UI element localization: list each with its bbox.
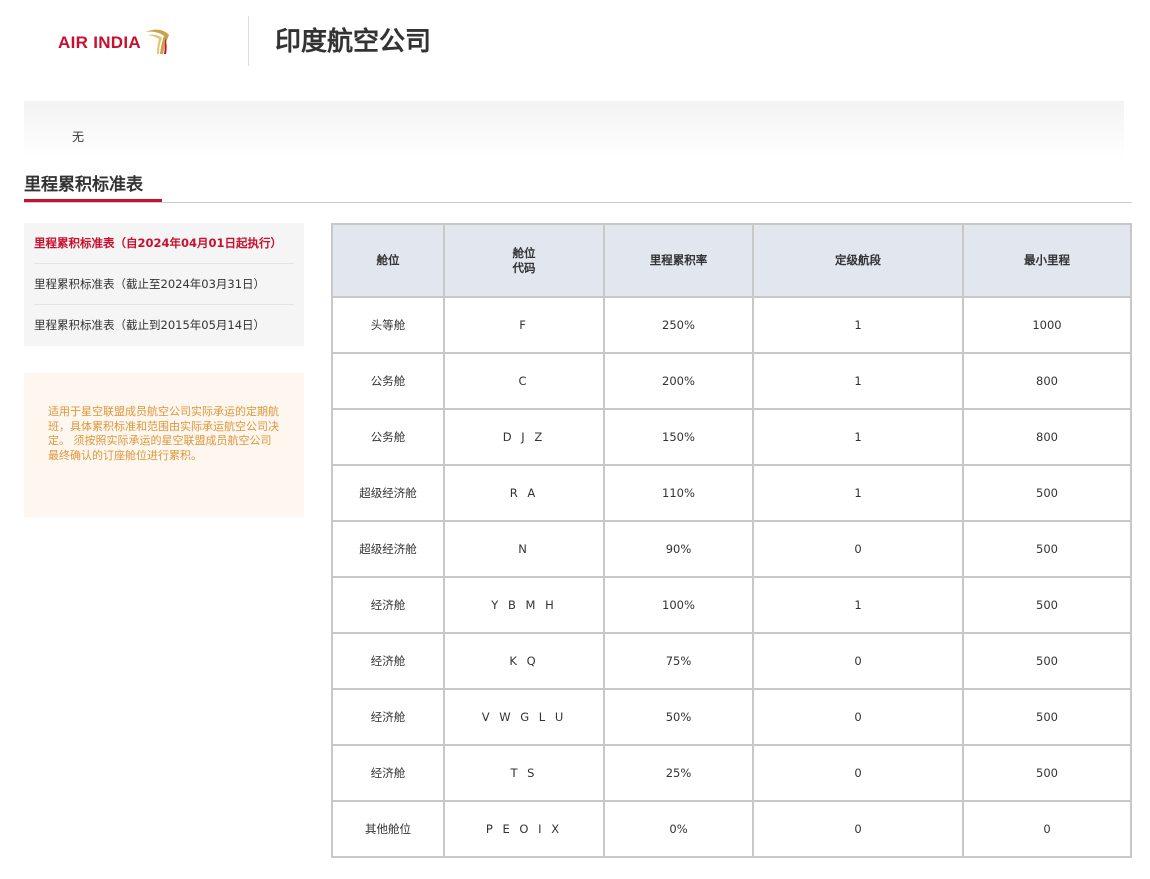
- cell-rate: 150%: [603, 408, 754, 466]
- cell-cabin: 经济舱: [331, 632, 445, 690]
- header-accrual-rate: 里程累积率: [603, 223, 754, 298]
- table-row: 头等舱 F 250% 1 1000: [331, 296, 1132, 354]
- mileage-table-container: 舱位 舱位 代码 里程累积率 定级航段 最小里程 头等舱 F 250% 1 10…: [331, 223, 1132, 858]
- cell-segments: 0: [752, 632, 964, 690]
- cell-segments: 1: [752, 296, 964, 354]
- header-cabin-code-line2: 代码: [512, 260, 536, 275]
- table-row: 经济舱 T S 25% 0 500: [331, 744, 1132, 802]
- cell-cabin: 公务舱: [331, 408, 445, 466]
- cell-segments: 1: [752, 576, 964, 634]
- table-row: 经济舱 Y B M H 100% 1 500: [331, 576, 1132, 634]
- menu-item-standard-from-2024-04-01[interactable]: 里程累积标准表（自2024年04月01日起执行）: [34, 223, 294, 264]
- accrual-rule-text: 适用于星空联盟成员航空公司实际承运的定期航班，具体累积标准和范围由实际承运航空公…: [48, 405, 279, 462]
- table-row: 经济舱 K Q 75% 0 500: [331, 632, 1132, 690]
- cell-cabin: 超级经济舱: [331, 520, 445, 578]
- cell-cabin: 经济舱: [331, 688, 445, 746]
- cell-rate: 100%: [603, 576, 754, 634]
- cell-code: F: [443, 296, 605, 354]
- cell-min-miles: 500: [962, 632, 1132, 690]
- header-minimum-miles: 最小里程: [962, 223, 1132, 298]
- notice-text: 无: [72, 130, 85, 144]
- cell-segments: 0: [752, 688, 964, 746]
- page-header: AIR INDIA 印度航空公司: [0, 0, 1150, 80]
- standard-table-menu: 里程累积标准表（自2024年04月01日起执行） 里程累积标准表（截止至2024…: [24, 223, 304, 346]
- cell-segments: 1: [752, 464, 964, 522]
- header-qualifying-segments: 定级航段: [752, 223, 964, 298]
- cell-min-miles: 1000: [962, 296, 1132, 354]
- cell-rate: 90%: [603, 520, 754, 578]
- table-row: 公务舱 D J Z 150% 1 800: [331, 408, 1132, 466]
- cell-code: T S: [443, 744, 605, 802]
- cell-segments: 1: [752, 408, 964, 466]
- header-cabin: 舱位: [331, 223, 445, 298]
- header-cabin-code-line1: 舱位: [512, 245, 536, 260]
- notice-banner: 无: [24, 101, 1124, 159]
- mileage-accrual-table: 舱位 舱位 代码 里程累积率 定级航段 最小里程 头等舱 F 250% 1 10…: [331, 223, 1132, 858]
- cell-code: K Q: [443, 632, 605, 690]
- cell-segments: 0: [752, 744, 964, 802]
- cell-cabin: 其他舱位: [331, 800, 445, 858]
- header-divider: [248, 16, 249, 66]
- cell-code: D J Z: [443, 408, 605, 466]
- cell-cabin: 头等舱: [331, 296, 445, 354]
- cell-rate: 0%: [603, 800, 754, 858]
- table-row: 超级经济舱 R A 110% 1 500: [331, 464, 1132, 522]
- cell-code: V W G L U: [443, 688, 605, 746]
- cell-min-miles: 500: [962, 520, 1132, 578]
- cell-min-miles: 500: [962, 688, 1132, 746]
- cell-rate: 110%: [603, 464, 754, 522]
- logo-swirl-icon: [145, 29, 169, 54]
- cell-rate: 250%: [603, 296, 754, 354]
- cell-code: P E O I X: [443, 800, 605, 858]
- cell-cabin: 公务舱: [331, 352, 445, 410]
- cell-code: R A: [443, 464, 605, 522]
- section-title: 里程累积标准表: [24, 175, 143, 195]
- table-row: 其他舱位 P E O I X 0% 0 0: [331, 800, 1132, 858]
- table-header-row: 舱位 舱位 代码 里程累积率 定级航段 最小里程: [331, 223, 1132, 298]
- cell-rate: 200%: [603, 352, 754, 410]
- cell-code: C: [443, 352, 605, 410]
- cell-segments: 0: [752, 520, 964, 578]
- cell-cabin: 经济舱: [331, 576, 445, 634]
- table-row: 经济舱 V W G L U 50% 0 500: [331, 688, 1132, 746]
- cell-min-miles: 500: [962, 744, 1132, 802]
- cell-segments: 0: [752, 800, 964, 858]
- cell-min-miles: 500: [962, 576, 1132, 634]
- cell-min-miles: 0: [962, 800, 1132, 858]
- menu-item-standard-until-2024-03-31[interactable]: 里程累积标准表（截止至2024年03月31日）: [34, 264, 294, 305]
- cell-code: Y B M H: [443, 576, 605, 634]
- table-row: 超级经济舱 N 90% 0 500: [331, 520, 1132, 578]
- accrual-rule-note: 适用于星空联盟成员航空公司实际承运的定期航班，具体累积标准和范围由实际承运航空公…: [24, 373, 304, 517]
- page-title: 印度航空公司: [275, 27, 432, 57]
- cell-segments: 1: [752, 352, 964, 410]
- menu-item-standard-until-2015-05-14[interactable]: 里程累积标准表（截止到2015年05月14日）: [34, 305, 294, 346]
- cell-cabin: 超级经济舱: [331, 464, 445, 522]
- section-divider: [24, 202, 1132, 203]
- header-cabin-code: 舱位 代码: [443, 223, 605, 298]
- cell-cabin: 经济舱: [331, 744, 445, 802]
- cell-rate: 25%: [603, 744, 754, 802]
- cell-rate: 75%: [603, 632, 754, 690]
- cell-rate: 50%: [603, 688, 754, 746]
- table-row: 公务舱 C 200% 1 800: [331, 352, 1132, 410]
- air-india-logo[interactable]: AIR INDIA: [58, 26, 172, 60]
- logo-wordmark: AIR INDIA: [58, 33, 141, 52]
- cell-min-miles: 500: [962, 464, 1132, 522]
- cell-code: N: [443, 520, 605, 578]
- cell-min-miles: 800: [962, 408, 1132, 466]
- cell-min-miles: 800: [962, 352, 1132, 410]
